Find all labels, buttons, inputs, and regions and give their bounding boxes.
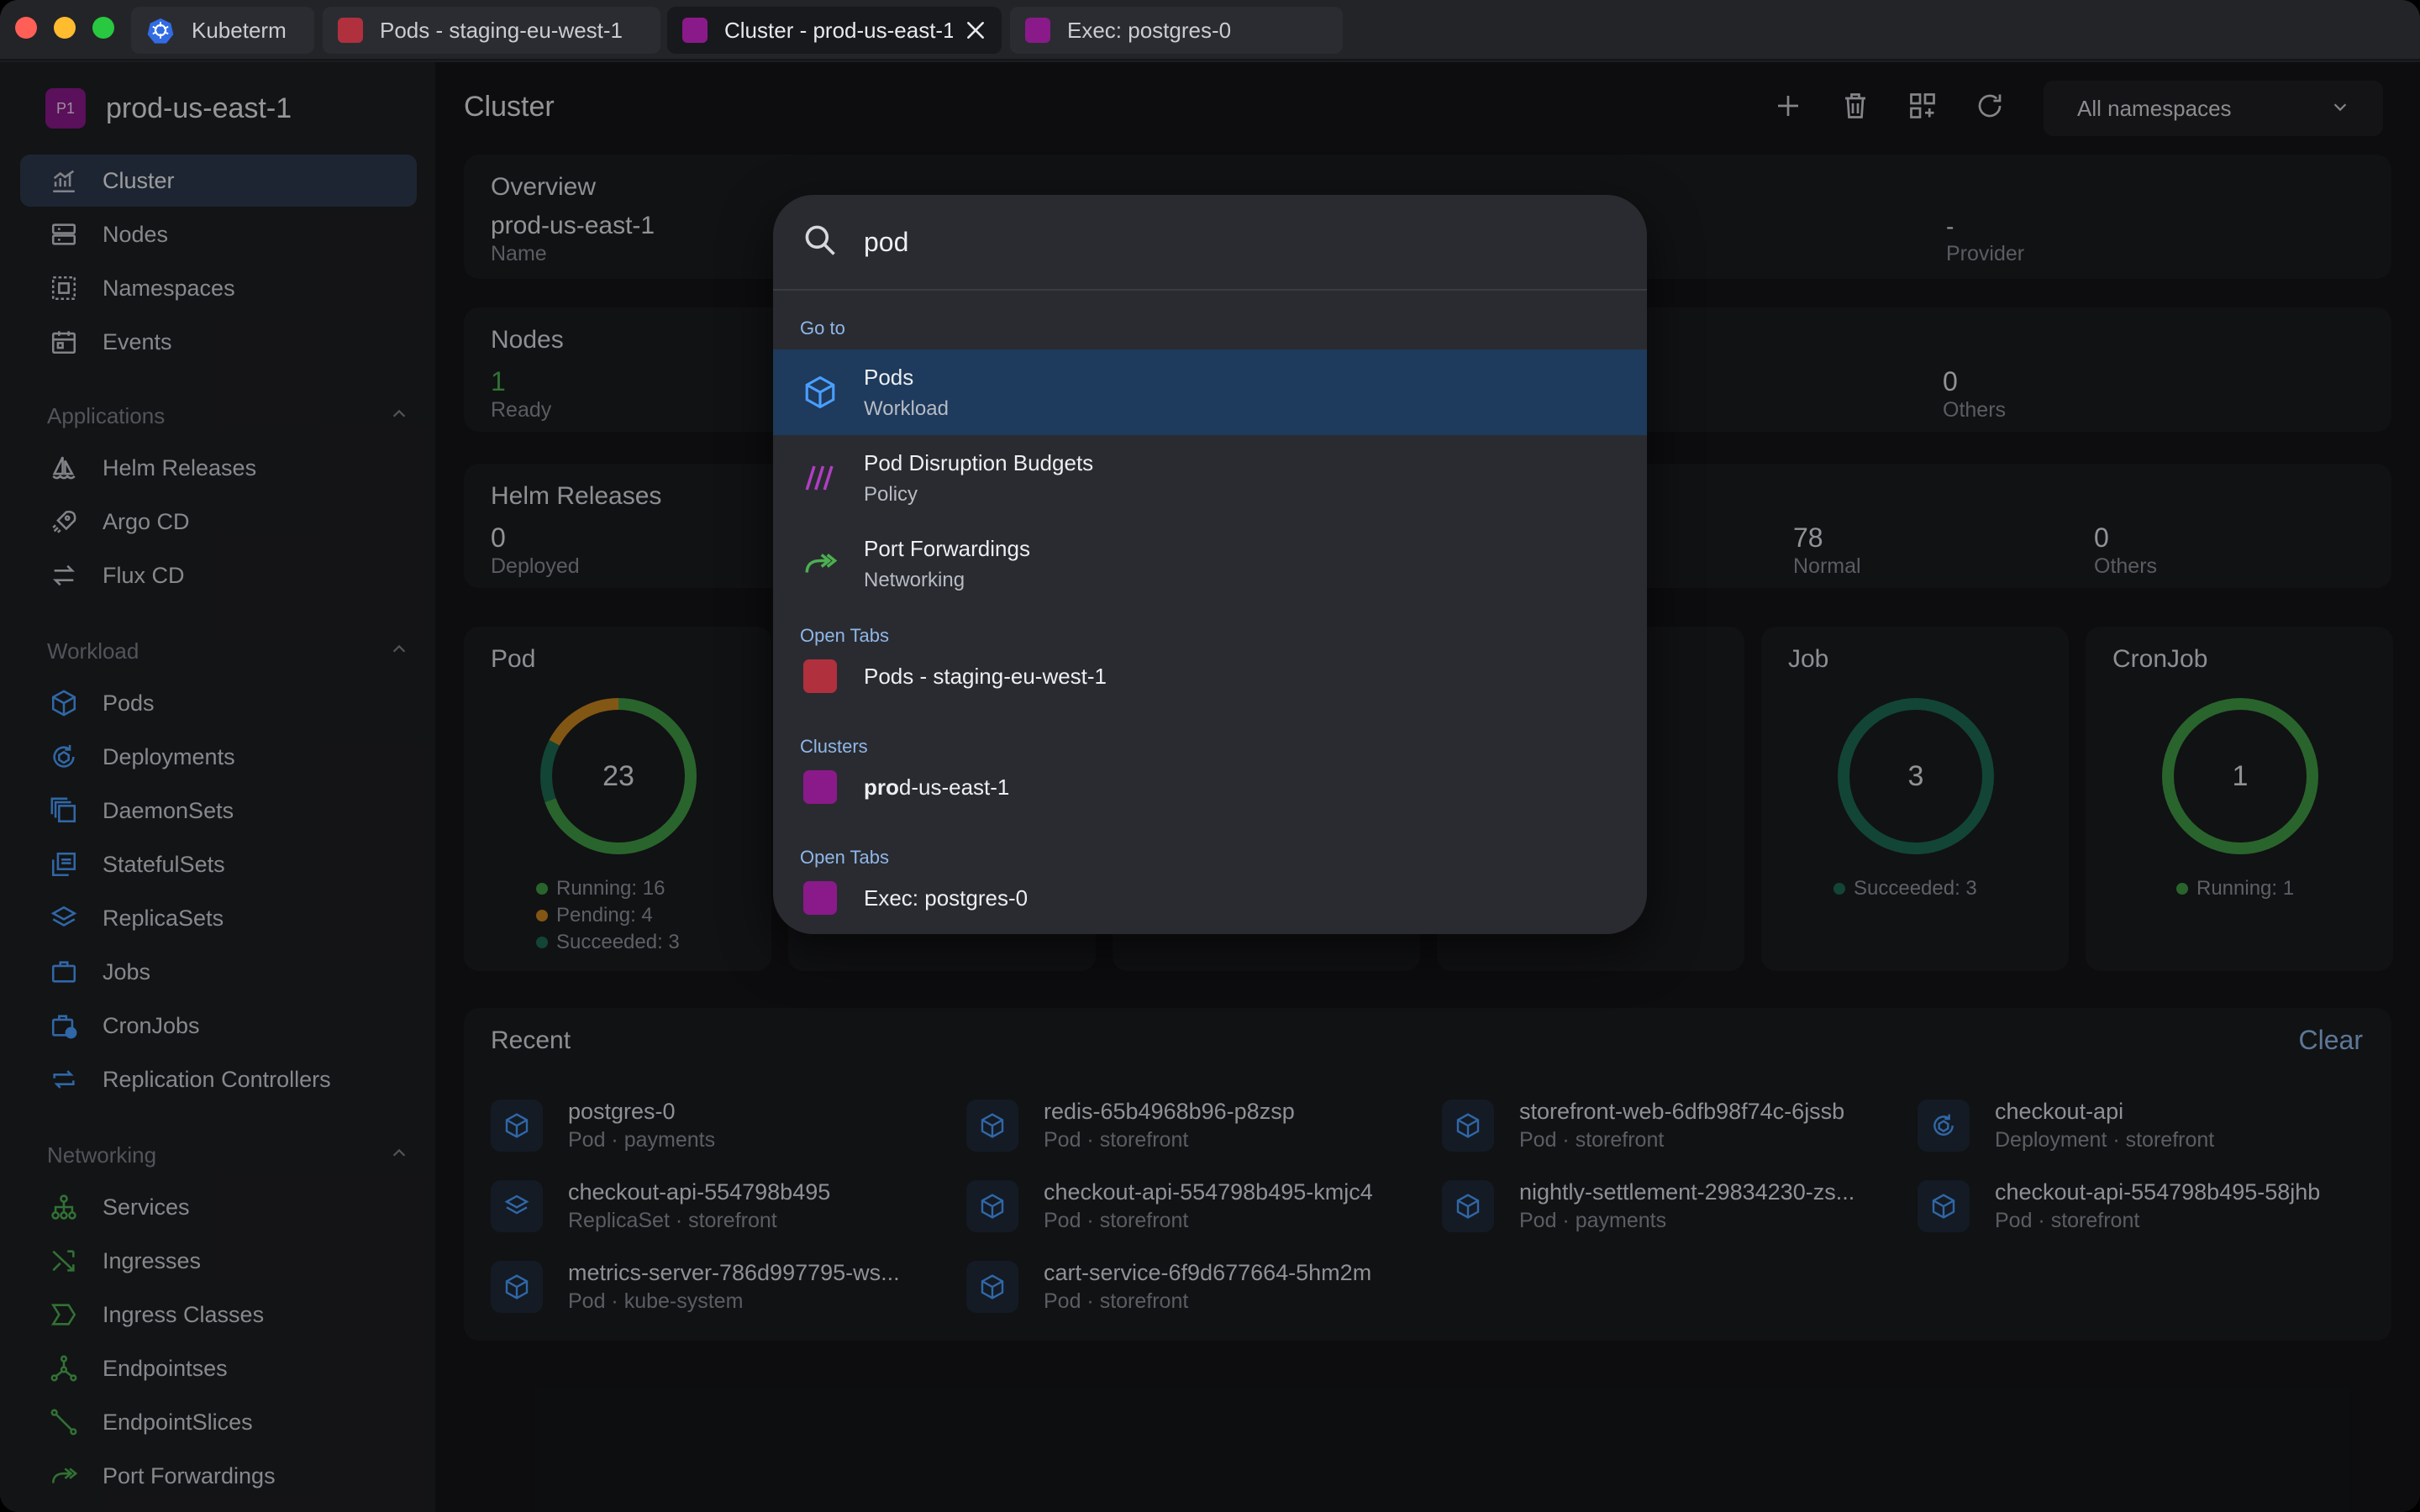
palette-item-title: Exec: postgres-0	[864, 885, 1028, 911]
tab-color-swatch	[338, 18, 363, 43]
palette-item-subtitle: Workload	[864, 396, 949, 420]
palette-item-title: Pod Disruption Budgets	[864, 449, 1094, 475]
close-icon[interactable]	[965, 19, 986, 41]
zoom-window-button[interactable]	[92, 17, 114, 39]
forward-icon	[802, 545, 839, 582]
section-clusters: Clusters	[800, 736, 868, 757]
tab-label: Exec: postgres-0	[1067, 17, 1232, 43]
cluster-color-swatch	[802, 769, 839, 806]
palette-item-subtitle: Networking	[864, 568, 965, 591]
palette-item-title: Port Forwardings	[864, 535, 1030, 561]
tab-color-swatch	[682, 18, 708, 43]
slashes-icon	[802, 459, 839, 496]
match-rest: d-us-east-1	[898, 774, 1010, 800]
palette-item-pod-disruption-budgets[interactable]: Pod Disruption Budgets Policy	[773, 435, 1647, 521]
palette-search-input[interactable]	[864, 226, 1620, 258]
tab-color-swatch	[802, 658, 839, 695]
command-palette: Go to Pods Workload Pod Disruption Budget…	[773, 195, 1647, 934]
palette-item-cluster[interactable]: prod-us-east-1	[773, 759, 1647, 815]
palette-item-pods[interactable]: Pods Workload	[773, 349, 1647, 435]
palette-item-open-tab[interactable]: Exec: postgres-0	[773, 870, 1647, 926]
kubernetes-icon	[146, 16, 175, 45]
palette-item-port-forwardings[interactable]: Port Forwardings Networking	[773, 521, 1647, 606]
palette-item-title: prod-us-east-1	[864, 774, 1009, 801]
match-highlight: pro	[864, 774, 899, 800]
close-window-button[interactable]	[15, 17, 37, 39]
tab-exec-postgres[interactable]: Exec: postgres-0	[1010, 7, 1343, 54]
tab-color-swatch	[802, 879, 839, 916]
palette-item-title: Pods	[864, 364, 914, 390]
minimize-window-button[interactable]	[54, 17, 76, 39]
section-open-tabs: Open Tabs	[800, 625, 890, 646]
section-go-to: Go to	[800, 318, 845, 339]
palette-item-subtitle: Policy	[864, 482, 918, 506]
palette-item-open-tab[interactable]: Pods - staging-eu-west-1	[773, 648, 1647, 704]
title-bar: Kubeterm Pods - staging-eu-west-1 Cluste…	[0, 0, 2420, 60]
search-icon	[802, 222, 839, 263]
cube-icon	[802, 374, 839, 411]
section-open-tabs: Open Tabs	[800, 847, 890, 868]
app-window: Kubeterm Pods - staging-eu-west-1 Cluste…	[0, 0, 2420, 1512]
palette-search-bar	[773, 195, 1647, 291]
tab-kubeterm[interactable]: Kubeterm	[131, 7, 314, 54]
tab-pods-staging[interactable]: Pods - staging-eu-west-1	[323, 7, 660, 54]
tab-cluster-prod[interactable]: Cluster - prod-us-east-1	[667, 7, 1002, 54]
tab-label: Pods - staging-eu-west-1	[380, 17, 623, 43]
tab-label: Cluster - prod-us-east-1	[724, 17, 953, 43]
tab-label: Kubeterm	[192, 17, 287, 43]
palette-item-title: Pods - staging-eu-west-1	[864, 663, 1107, 689]
tab-color-swatch	[1025, 18, 1050, 43]
